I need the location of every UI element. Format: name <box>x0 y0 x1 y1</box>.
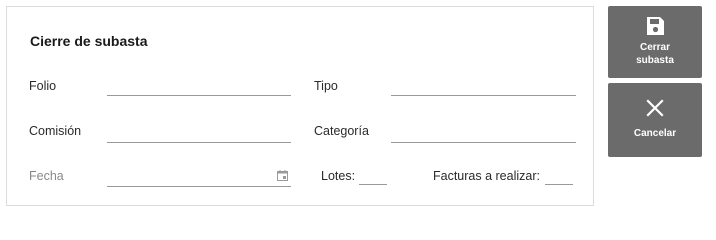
close-auction-label: Cerrar subasta <box>636 42 674 66</box>
cancel-label: Cancelar <box>633 128 677 139</box>
categoria-label: Categoría <box>314 124 369 138</box>
calendar-icon[interactable] <box>277 170 288 181</box>
form-title: Cierre de subasta <box>30 33 148 49</box>
folio-field[interactable] <box>107 78 291 96</box>
auction-close-form: Cierre de subasta Folio Tipo Comisión Ca… <box>6 6 594 206</box>
comision-label: Comisión <box>29 124 82 138</box>
close-auction-button[interactable]: Cerrar subasta <box>608 6 702 78</box>
facturas-field[interactable] <box>545 167 573 185</box>
lotes-label: Lotes: <box>321 169 356 183</box>
facturas-label: Facturas a realizar: <box>433 169 540 183</box>
close-icon <box>646 99 664 117</box>
comision-field[interactable] <box>107 125 291 143</box>
tipo-field[interactable] <box>391 78 576 96</box>
tipo-label: Tipo <box>314 79 338 93</box>
categoria-field[interactable] <box>391 125 576 143</box>
folio-label: Folio <box>29 79 57 93</box>
cancel-button[interactable]: Cancelar <box>608 83 702 157</box>
fecha-label: Fecha <box>29 169 64 183</box>
save-icon <box>647 17 664 35</box>
fecha-field[interactable] <box>107 169 291 187</box>
lotes-field[interactable] <box>359 167 387 185</box>
